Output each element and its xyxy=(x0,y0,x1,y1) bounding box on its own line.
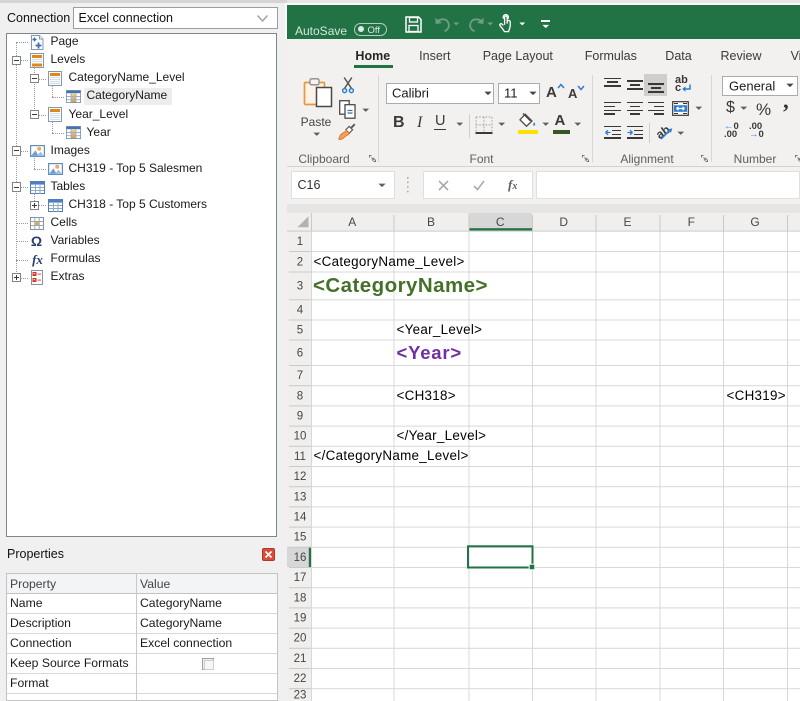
svg-text:3: 3 xyxy=(297,280,303,292)
svg-text:E: E xyxy=(623,215,631,229)
svg-text:10: 10 xyxy=(294,431,307,443)
svg-text:6: 6 xyxy=(297,347,303,359)
svg-text:16: 16 xyxy=(294,552,307,564)
svg-text:14: 14 xyxy=(294,512,307,524)
svg-text:19: 19 xyxy=(294,613,307,625)
svg-text:5: 5 xyxy=(297,325,303,337)
svg-text:F: F xyxy=(688,215,695,229)
svg-text:23: 23 xyxy=(294,690,307,701)
svg-text:1: 1 xyxy=(297,236,303,248)
svg-text:12: 12 xyxy=(294,471,307,483)
svg-text:20: 20 xyxy=(294,633,307,645)
svg-text:17: 17 xyxy=(294,572,307,584)
svg-text:7: 7 xyxy=(297,370,303,382)
svg-text:15: 15 xyxy=(294,532,307,544)
svg-text:D: D xyxy=(559,215,568,229)
svg-text:C: C xyxy=(496,215,505,229)
svg-text:A: A xyxy=(348,215,356,229)
svg-text:22: 22 xyxy=(294,673,307,685)
svg-text:21: 21 xyxy=(294,653,307,665)
svg-text:9: 9 xyxy=(297,411,303,423)
svg-text:18: 18 xyxy=(294,592,307,604)
svg-text:11: 11 xyxy=(294,451,306,463)
svg-text:13: 13 xyxy=(294,491,307,503)
svg-text:4: 4 xyxy=(297,304,304,316)
svg-text:G: G xyxy=(750,215,759,229)
svg-text:2: 2 xyxy=(297,256,303,268)
svg-text:8: 8 xyxy=(297,390,303,402)
svg-text:B: B xyxy=(427,215,435,229)
